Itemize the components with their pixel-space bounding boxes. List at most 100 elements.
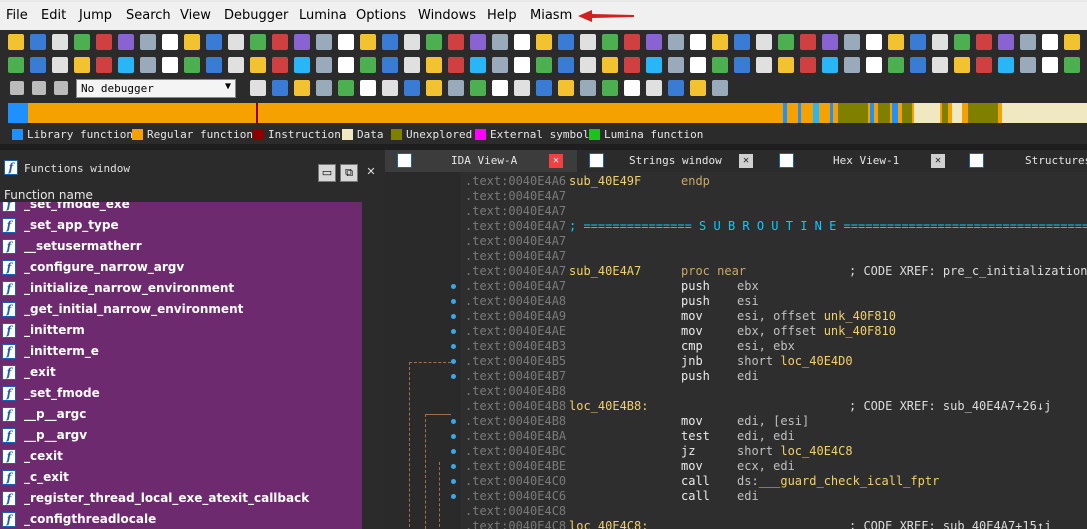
- disasm-line[interactable]: .text:0040E4B8 mov edi, [esi]: [385, 414, 1087, 429]
- toolbar-tool-icon[interactable]: [1020, 57, 1036, 73]
- functions-scrollbar[interactable]: [362, 202, 385, 529]
- toolbar-tool-icon[interactable]: [206, 57, 222, 73]
- function-list-item[interactable]: f __p__argc: [0, 404, 362, 425]
- toolbar-tool-icon[interactable]: [448, 34, 464, 50]
- toolbar-tool-icon[interactable]: [646, 57, 662, 73]
- toolbar-tool-icon[interactable]: [756, 34, 772, 50]
- toolbar-tool-icon[interactable]: [426, 57, 442, 73]
- toolbar-tool-icon[interactable]: [1064, 57, 1080, 73]
- toolbar-tool-icon[interactable]: [316, 34, 332, 50]
- disasm-line[interactable]: .text:0040E4BE mov ecx, edi: [385, 459, 1087, 474]
- toolbar-tool-icon[interactable]: [1042, 57, 1058, 73]
- toolbar-tool-icon[interactable]: [756, 57, 772, 73]
- toolbar-tool-icon[interactable]: [492, 80, 508, 96]
- toolbar-tool-icon[interactable]: [52, 57, 68, 73]
- toolbar-tool-icon[interactable]: [184, 57, 200, 73]
- toolbar-tool-icon[interactable]: [118, 57, 134, 73]
- toolbar-tool-icon[interactable]: [910, 34, 926, 50]
- toolbar-tool-icon[interactable]: [822, 34, 838, 50]
- menu-help[interactable]: Help: [487, 8, 517, 23]
- toolbar-tool-icon[interactable]: [470, 80, 486, 96]
- function-list-item[interactable]: f __setusermatherr: [0, 236, 362, 257]
- close-icon[interactable]: ✕: [931, 154, 945, 168]
- toolbar-tool-icon[interactable]: [624, 34, 640, 50]
- function-list-item[interactable]: f __p__argv: [0, 425, 362, 446]
- disasm-label[interactable]: sub_40E49F: [569, 174, 641, 188]
- disasm-label[interactable]: loc_40E4C8:: [569, 519, 648, 529]
- menu-lumina[interactable]: Lumina: [299, 8, 347, 23]
- minimize-button[interactable]: ▭: [318, 164, 336, 182]
- toolbar-tool-icon[interactable]: [426, 34, 442, 50]
- toolbar-tool-icon[interactable]: [8, 57, 24, 73]
- toolbar-tool-icon[interactable]: [624, 57, 640, 73]
- tab-strings-window[interactable]: Strings window ✕: [577, 150, 767, 172]
- program-navigator-bar[interactable]: [8, 103, 1087, 123]
- toolbar-tool-icon[interactable]: [338, 57, 354, 73]
- toolbar-tool-icon[interactable]: [646, 80, 662, 96]
- tab-structures[interactable]: Structures: [957, 150, 1087, 172]
- toolbar-tool-icon[interactable]: [404, 34, 420, 50]
- toolbar-tool-icon[interactable]: [470, 34, 486, 50]
- toolbar-tool-icon[interactable]: [668, 80, 684, 96]
- disasm-line[interactable]: .text:0040E4A7: [385, 189, 1087, 204]
- toolbar-tool-icon[interactable]: [382, 80, 398, 96]
- toolbar-tool-icon[interactable]: [580, 80, 596, 96]
- disasm-line[interactable]: .text:0040E4A7: [385, 204, 1087, 219]
- disasm-line[interactable]: .text:0040E4A7: [385, 234, 1087, 249]
- toolbar-tool-icon[interactable]: [602, 57, 618, 73]
- disasm-operands[interactable]: edi: [737, 489, 759, 503]
- toolbar-tool-icon[interactable]: [558, 34, 574, 50]
- toolbar-tool-icon[interactable]: [206, 34, 222, 50]
- toolbar-tool-icon[interactable]: [580, 57, 596, 73]
- disasm-operands[interactable]: esi: [737, 294, 759, 308]
- toolbar-tool-icon[interactable]: [294, 80, 310, 96]
- toolbar-tool-icon[interactable]: [492, 34, 508, 50]
- disassembly-view[interactable]: .text:0040E4A6 sub_40E49F endp .text:0040E4…: [385, 172, 1087, 529]
- toolbar-tool-icon[interactable]: [96, 34, 112, 50]
- toolbar-tool-icon[interactable]: [228, 57, 244, 73]
- disasm-line[interactable]: .text:0040E4C8 loc_40E4C8: ; CODE XREF: su…: [385, 519, 1087, 529]
- toolbar-tool-icon[interactable]: [184, 34, 200, 50]
- disasm-line[interactable]: .text:0040E4AE mov ebx, offset unk_40F810: [385, 324, 1087, 339]
- function-list-item[interactable]: f _configthreadlocale: [0, 509, 362, 529]
- toolbar-tool-icon[interactable]: [734, 57, 750, 73]
- toolbar-tool-icon[interactable]: [536, 57, 552, 73]
- disasm-operands[interactable]: edi, [esi]: [737, 414, 809, 428]
- pause-icon[interactable]: [32, 81, 46, 95]
- toolbar-tool-icon[interactable]: [316, 80, 332, 96]
- toolbar-tool-icon[interactable]: [162, 57, 178, 73]
- disasm-operands[interactable]: edi: [737, 369, 759, 383]
- toolbar-tool-icon[interactable]: [272, 34, 288, 50]
- toolbar-tool-icon[interactable]: [998, 57, 1014, 73]
- function-list-item[interactable]: f _set_fmode_exe: [0, 202, 362, 215]
- toolbar-tool-icon[interactable]: [52, 34, 68, 50]
- toolbar-tool-icon[interactable]: [932, 34, 948, 50]
- toolbar-tool-icon[interactable]: [624, 80, 640, 96]
- function-list-item[interactable]: f _initterm_e: [0, 341, 362, 362]
- disasm-line[interactable]: .text:0040E4A8 push esi: [385, 294, 1087, 309]
- float-button[interactable]: ⧉: [340, 164, 358, 182]
- toolbar-tool-icon[interactable]: [470, 57, 486, 73]
- function-list-item[interactable]: f _exit: [0, 362, 362, 383]
- toolbar-tool-icon[interactable]: [910, 57, 926, 73]
- toolbar-tool-icon[interactable]: [690, 34, 706, 50]
- menu-miasm[interactable]: Miasm: [530, 8, 572, 23]
- stop-icon[interactable]: [54, 81, 68, 95]
- disasm-line[interactable]: .text:0040E4B7 push edi: [385, 369, 1087, 384]
- toolbar-tool-icon[interactable]: [866, 34, 882, 50]
- function-list-item[interactable]: f _set_fmode: [0, 383, 362, 404]
- toolbar-tool-icon[interactable]: [272, 57, 288, 73]
- toolbar-tool-icon[interactable]: [976, 34, 992, 50]
- toolbar-tool-icon[interactable]: [514, 80, 530, 96]
- toolbar-tool-icon[interactable]: [778, 57, 794, 73]
- toolbar-tool-icon[interactable]: [976, 57, 992, 73]
- toolbar-tool-icon[interactable]: [712, 34, 728, 50]
- disasm-line[interactable]: .text:0040E4C0 call ds:___guard_check_ical…: [385, 474, 1087, 489]
- disasm-line[interactable]: .text:0040E4A9 mov esi, offset unk_40F810: [385, 309, 1087, 324]
- play-icon[interactable]: [10, 81, 24, 95]
- menu-windows[interactable]: Windows: [418, 8, 476, 23]
- function-list-item[interactable]: f _c_exit: [0, 467, 362, 488]
- toolbar-tool-icon[interactable]: [448, 80, 464, 96]
- toolbar-tool-icon[interactable]: [140, 57, 156, 73]
- disasm-line[interactable]: .text:0040E4B5 jnb short loc_40E4D0: [385, 354, 1087, 369]
